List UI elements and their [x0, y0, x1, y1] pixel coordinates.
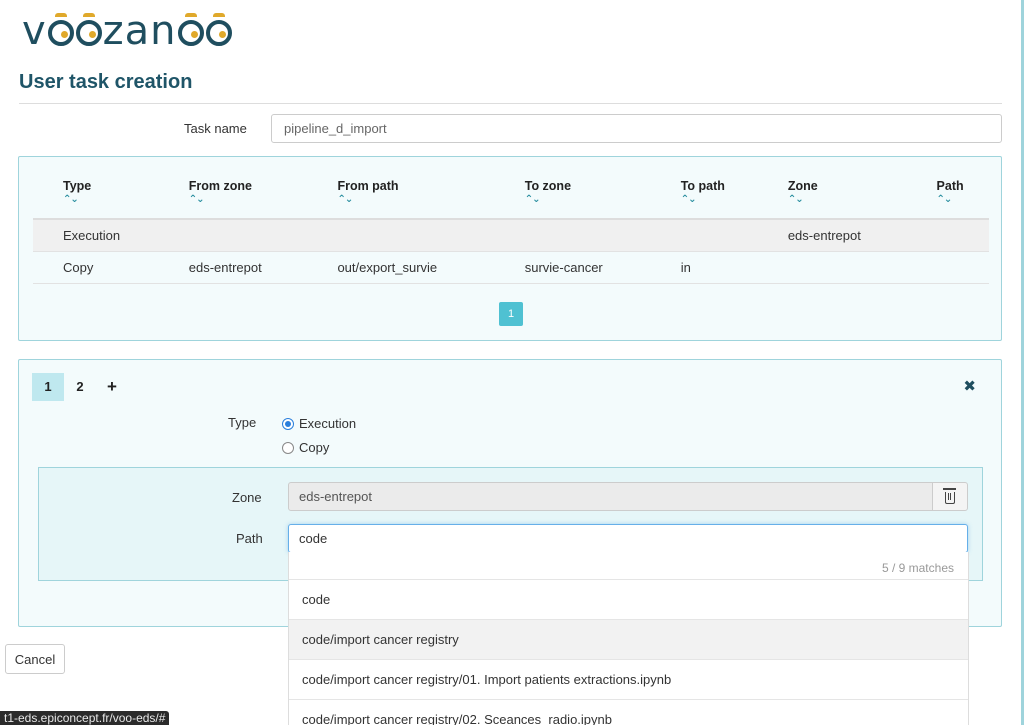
column-header-zone[interactable]: Zone ⌃⌄: [757, 171, 907, 220]
path-input[interactable]: [288, 524, 968, 553]
cell-to-path: in: [650, 251, 758, 284]
sort-icon[interactable]: ⌃⌄: [189, 195, 308, 205]
cell-zone: eds-entrepot: [757, 219, 907, 252]
add-step-tab[interactable]: +: [96, 373, 128, 401]
sort-icon[interactable]: ⌃⌄: [681, 195, 758, 205]
zone-label: Zone: [232, 490, 262, 505]
trash-icon: [943, 488, 956, 504]
sort-icon[interactable]: ⌃⌄: [788, 195, 907, 205]
task-name-input[interactable]: [271, 114, 1002, 143]
autocomplete-option[interactable]: code/import cancer registry/01. Import p…: [289, 660, 968, 700]
table-row[interactable]: Copy eds-entrepot out/export_survie surv…: [33, 251, 989, 284]
sort-icon[interactable]: ⌃⌄: [63, 195, 159, 205]
autocomplete-option[interactable]: code: [289, 580, 968, 620]
cell-zone: [757, 251, 907, 284]
pagination-page-1[interactable]: 1: [499, 302, 523, 326]
cell-path: [906, 251, 989, 284]
radio-execution-label: Execution: [299, 416, 357, 431]
table-header-row: Type ⌃⌄ From zone ⌃⌄ From path ⌃⌄ To zone ⌃⌄…: [33, 171, 989, 220]
column-header-to-zone[interactable]: To zone ⌃⌄: [494, 171, 651, 220]
column-header-from-zone[interactable]: From zone ⌃⌄: [158, 171, 308, 220]
sort-icon[interactable]: ⌃⌄: [937, 195, 989, 205]
steps-table: Type ⌃⌄ From zone ⌃⌄ From path ⌃⌄ To zone ⌃⌄…: [33, 171, 989, 284]
title-divider: [19, 103, 1002, 104]
radio-execution[interactable]: [282, 417, 294, 430]
radio-option-execution[interactable]: Execution: [282, 416, 356, 431]
cell-from-path: [307, 219, 495, 252]
radio-copy[interactable]: [282, 441, 294, 454]
zone-field: eds-entrepot: [288, 482, 933, 511]
match-count: 5 / 9 matches: [289, 552, 968, 580]
sort-icon[interactable]: ⌃⌄: [525, 195, 651, 205]
column-header-from-path[interactable]: From path ⌃⌄: [307, 171, 495, 220]
autocomplete-option[interactable]: code/import cancer registry/02. Sceances…: [289, 700, 968, 725]
page-title: User task creation: [19, 71, 193, 93]
close-icon[interactable]: ✖: [963, 377, 976, 395]
steps-table-panel: Type ⌃⌄ From zone ⌃⌄ From path ⌃⌄ To zone ⌃⌄…: [18, 156, 1002, 341]
cell-to-path: [650, 219, 758, 252]
column-header-path[interactable]: Path ⌃⌄: [906, 171, 989, 220]
sort-icon[interactable]: ⌃⌄: [337, 195, 494, 205]
cancel-button[interactable]: Cancel: [5, 644, 65, 674]
radio-option-copy[interactable]: Copy: [282, 440, 329, 455]
path-autocomplete-dropdown: 5 / 9 matches code code/import cancer re…: [288, 552, 969, 725]
radio-copy-label: Copy: [299, 440, 330, 455]
cell-to-zone: survie-cancer: [494, 251, 651, 284]
cell-from-zone: [158, 219, 308, 252]
cell-from-zone: eds-entrepot: [158, 251, 308, 284]
path-label: Path: [236, 531, 263, 546]
clear-zone-button[interactable]: [932, 482, 968, 511]
autocomplete-option[interactable]: code/import cancer registry: [289, 620, 968, 660]
cell-type: Copy: [33, 251, 159, 284]
column-header-to-path[interactable]: To path ⌃⌄: [650, 171, 758, 220]
logo-wordmark: v zan: [22, 8, 233, 54]
tab-step-1[interactable]: 1: [32, 373, 64, 401]
cell-path: [906, 219, 989, 252]
tab-step-2[interactable]: 2: [64, 373, 96, 401]
cell-type: Execution: [33, 219, 159, 252]
column-header-type[interactable]: Type ⌃⌄: [33, 171, 159, 220]
table-row[interactable]: Execution eds-entrepot: [33, 219, 989, 252]
voozanoo-logo[interactable]: v zan: [22, 8, 233, 54]
cell-to-zone: [494, 219, 651, 252]
task-name-label: Task name: [184, 121, 247, 136]
status-bar-url: t1-eds.epiconcept.fr/voo-eds/#: [0, 711, 170, 725]
cell-from-path: out/export_survie: [307, 251, 495, 284]
type-label: Type: [228, 415, 257, 430]
